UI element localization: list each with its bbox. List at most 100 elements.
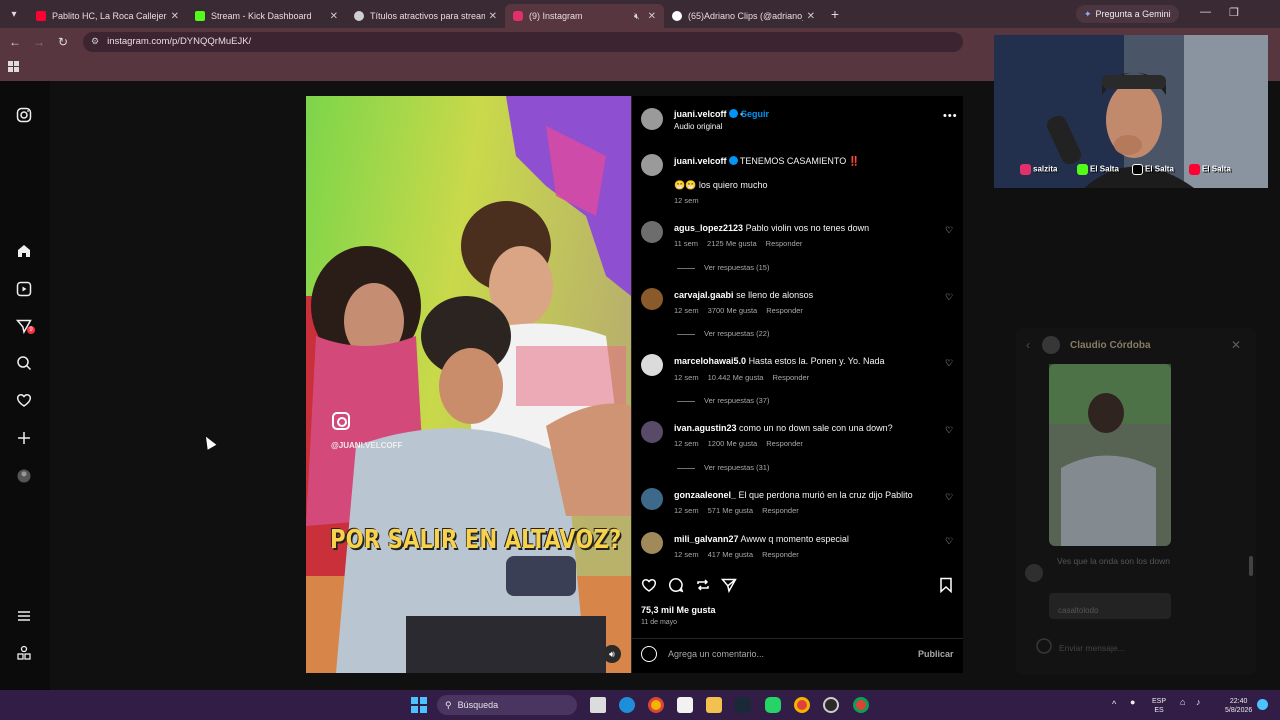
comment-likes[interactable]: 2125 Me gusta	[707, 239, 757, 248]
comment-bubble-icon[interactable]	[668, 577, 684, 593]
comment-user[interactable]: carvajal.gaabi	[674, 290, 734, 300]
comment-user[interactable]: mili_galvann27	[674, 534, 739, 544]
store-icon[interactable]	[677, 697, 693, 713]
comment-likes[interactable]: 571 Me gusta	[708, 506, 753, 515]
more-options-icon[interactable]: •••	[943, 110, 958, 122]
volume-icon[interactable]: 🔊︎	[603, 645, 621, 663]
reply-button[interactable]: Responder	[766, 306, 803, 315]
tray-mic-icon[interactable]: ●	[1130, 698, 1135, 707]
volume-tray-icon[interactable]: ♪	[1196, 698, 1201, 707]
whatsapp-icon[interactable]	[765, 697, 781, 713]
comment-avatar[interactable]	[641, 221, 663, 243]
comment-likes[interactable]: 10.442 Me gusta	[708, 373, 764, 382]
meta-apps-icon[interactable]	[16, 645, 32, 661]
windows-start-icon[interactable]	[411, 697, 427, 713]
close-tab-icon[interactable]: ✕	[648, 11, 656, 22]
comment-avatar[interactable]	[641, 488, 663, 510]
likes-count[interactable]: 75,3 mil Me gusta	[641, 605, 716, 615]
comment-input[interactable]: Agrega un comentario...	[668, 649, 764, 659]
tab-search-chevron-icon[interactable]: ▾	[0, 0, 28, 28]
close-tab-icon[interactable]: ✕	[807, 11, 815, 22]
like-comment-heart-icon[interactable]: ♡	[945, 492, 953, 503]
chrome-profile-icon[interactable]	[853, 697, 869, 713]
comment-user[interactable]: gonzaaleonel_	[674, 490, 736, 500]
tab-kick-dashboard[interactable]: Stream - Kick Dashboard ✕	[187, 4, 346, 28]
emoji-picker-icon[interactable]	[641, 646, 657, 662]
share-send-icon[interactable]	[721, 577, 737, 593]
reply-button[interactable]: Responder	[766, 439, 803, 448]
back-arrow-icon[interactable]: ←	[3, 35, 27, 49]
task-view-icon[interactable]	[590, 697, 606, 713]
gemini-button[interactable]: ✦ Pregunta a Gemini	[1076, 5, 1179, 23]
obs-icon[interactable]	[823, 697, 839, 713]
tab-instagram[interactable]: (9) Instagram 🔇︎ ✕	[505, 4, 664, 28]
reload-icon[interactable]: ↻	[51, 35, 75, 49]
home-icon[interactable]	[16, 243, 32, 259]
steam-icon[interactable]	[735, 697, 751, 713]
site-info-icon[interactable]: ⚙	[91, 36, 99, 47]
view-replies-button[interactable]: Ver respuestas (37)	[677, 396, 769, 405]
forward-arrow-icon[interactable]: →	[27, 35, 51, 49]
view-replies-button[interactable]: Ver respuestas (22)	[677, 329, 769, 338]
view-replies-button[interactable]: Ver respuestas (15)	[677, 263, 769, 272]
notifications-heart-icon[interactable]	[16, 392, 32, 408]
reply-button[interactable]: Responder	[766, 239, 803, 248]
apps-grid-icon[interactable]	[8, 61, 19, 72]
tab-pablito[interactable]: Pablito HC, La Roca Callejera - ✕	[28, 4, 187, 28]
comment-avatar[interactable]	[641, 354, 663, 376]
post-author-header[interactable]: juani.velcoff •	[674, 109, 743, 119]
chrome-icon[interactable]	[648, 697, 664, 713]
reels-icon[interactable]	[16, 281, 32, 297]
close-tab-icon[interactable]: ✕	[171, 11, 179, 22]
comment-user[interactable]: marcelohawai5.0	[674, 356, 746, 366]
author-avatar[interactable]	[641, 154, 663, 176]
file-explorer-icon[interactable]	[706, 697, 722, 713]
audio-label[interactable]: Audio original	[674, 122, 722, 131]
repost-icon[interactable]	[695, 577, 711, 593]
instagram-logo-icon[interactable]	[16, 107, 32, 123]
comment-avatar[interactable]	[641, 532, 663, 554]
view-replies-button[interactable]: Ver respuestas (31)	[677, 463, 769, 472]
like-comment-heart-icon[interactable]: ♡	[945, 536, 953, 547]
taskbar-search-box[interactable]: ⚲ Búsqueda	[437, 695, 577, 715]
chrome-active-icon[interactable]	[794, 697, 810, 713]
close-tab-icon[interactable]: ✕	[330, 11, 338, 22]
like-comment-heart-icon[interactable]: ♡	[945, 225, 953, 236]
speaker-muted-icon[interactable]: 🔇︎	[634, 11, 640, 22]
like-heart-icon[interactable]	[641, 577, 657, 593]
reply-button[interactable]: Responder	[762, 506, 799, 515]
save-bookmark-icon[interactable]	[938, 577, 954, 593]
search-icon[interactable]	[16, 355, 32, 371]
tab-titulos[interactable]: Títulos atractivos para stream ✕	[346, 4, 505, 28]
publish-button[interactable]: Publicar	[918, 649, 954, 659]
post-video[interactable]	[306, 96, 631, 673]
edge-icon[interactable]	[619, 697, 635, 713]
url-field[interactable]: ⚙ instagram.com/p/DYNQQrMuEJK/	[83, 31, 963, 52]
tab-adriano-clips[interactable]: (65)Adriano Clips (@adriano_cl ✕	[664, 4, 823, 28]
profile-avatar[interactable]	[16, 468, 32, 484]
like-comment-heart-icon[interactable]: ♡	[945, 292, 953, 303]
menu-hamburger-icon[interactable]	[16, 608, 32, 624]
language-indicator[interactable]: ESP ES	[1152, 697, 1166, 715]
create-plus-icon[interactable]	[16, 430, 32, 446]
new-tab-button[interactable]: +	[823, 6, 847, 22]
comment-avatar[interactable]	[641, 421, 663, 443]
restore-icon[interactable]: ❐	[1229, 6, 1239, 19]
comment-avatar[interactable]	[641, 288, 663, 310]
comment-likes[interactable]: 1200 Me gusta	[708, 439, 758, 448]
comment-user[interactable]: ivan.agustin23	[674, 423, 737, 433]
close-tab-icon[interactable]: ✕	[489, 11, 497, 22]
comment-user[interactable]: agus_lopez2123	[674, 223, 743, 233]
author-avatar[interactable]	[641, 108, 663, 130]
comment-likes[interactable]: 417 Me gusta	[708, 550, 753, 559]
like-comment-heart-icon[interactable]: ♡	[945, 425, 953, 436]
clock[interactable]: 22:40 5/8/2026	[1225, 697, 1252, 715]
follow-button[interactable]: Seguir	[741, 109, 769, 119]
comment-likes[interactable]: 3700 Me gusta	[708, 306, 758, 315]
caption-author[interactable]: juani.velcoff	[674, 156, 727, 166]
reply-button[interactable]: Responder	[762, 550, 799, 559]
notification-center-icon[interactable]	[1257, 699, 1268, 710]
like-comment-heart-icon[interactable]: ♡	[945, 358, 953, 369]
reply-button[interactable]: Responder	[772, 373, 809, 382]
minimize-icon[interactable]: —	[1200, 6, 1211, 18]
